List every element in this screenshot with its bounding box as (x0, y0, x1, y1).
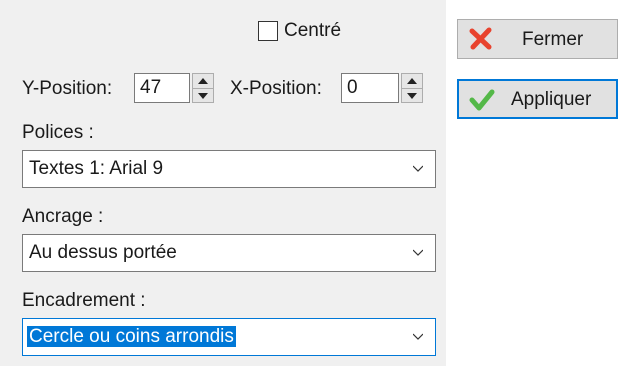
y-position-down-arrow-icon[interactable] (193, 89, 213, 103)
y-position-up-arrow-icon[interactable] (193, 74, 213, 89)
centered-checkbox[interactable] (258, 21, 278, 41)
y-position-label: Y-Position: (22, 78, 113, 99)
anchor-select-value: Au dessus portée (29, 242, 177, 263)
centered-label[interactable]: Centré (284, 20, 341, 42)
close-button[interactable]: Fermer (457, 19, 618, 59)
apply-button-label: Appliquer (511, 89, 592, 110)
frame-select-value: Cercle ou coins arrondis (27, 326, 236, 348)
frame-label: Encadrement : (22, 290, 146, 311)
frame-select-highlighted-text: Cercle ou coins arrondis (27, 326, 236, 347)
x-position-input[interactable]: 0 (341, 73, 399, 103)
anchor-select[interactable]: Au dessus portée (22, 234, 436, 272)
close-icon (469, 27, 492, 50)
anchor-label: Ancrage : (22, 206, 104, 227)
checkmark-icon (469, 89, 495, 111)
close-button-label: Fermer (522, 29, 584, 50)
fonts-label: Polices : (22, 122, 94, 143)
chevron-down-icon (413, 333, 423, 340)
y-position-spinner[interactable] (192, 73, 214, 103)
y-position-input[interactable]: 47 (134, 73, 190, 103)
x-position-up-arrow-icon[interactable] (402, 74, 422, 89)
chevron-down-icon (413, 249, 423, 256)
apply-button[interactable]: Appliquer (457, 79, 618, 119)
frame-select[interactable]: Cercle ou coins arrondis (22, 318, 436, 356)
properties-panel: Centré Y-Position: 47 X-Position: 0 Poli… (0, 0, 446, 366)
fonts-select-value: Textes 1: Arial 9 (29, 158, 164, 179)
x-position-label: X-Position: (230, 78, 322, 99)
chevron-down-icon (413, 165, 423, 172)
x-position-down-arrow-icon[interactable] (402, 89, 422, 103)
x-position-spinner[interactable] (401, 73, 423, 103)
fonts-select[interactable]: Textes 1: Arial 9 (22, 150, 436, 188)
